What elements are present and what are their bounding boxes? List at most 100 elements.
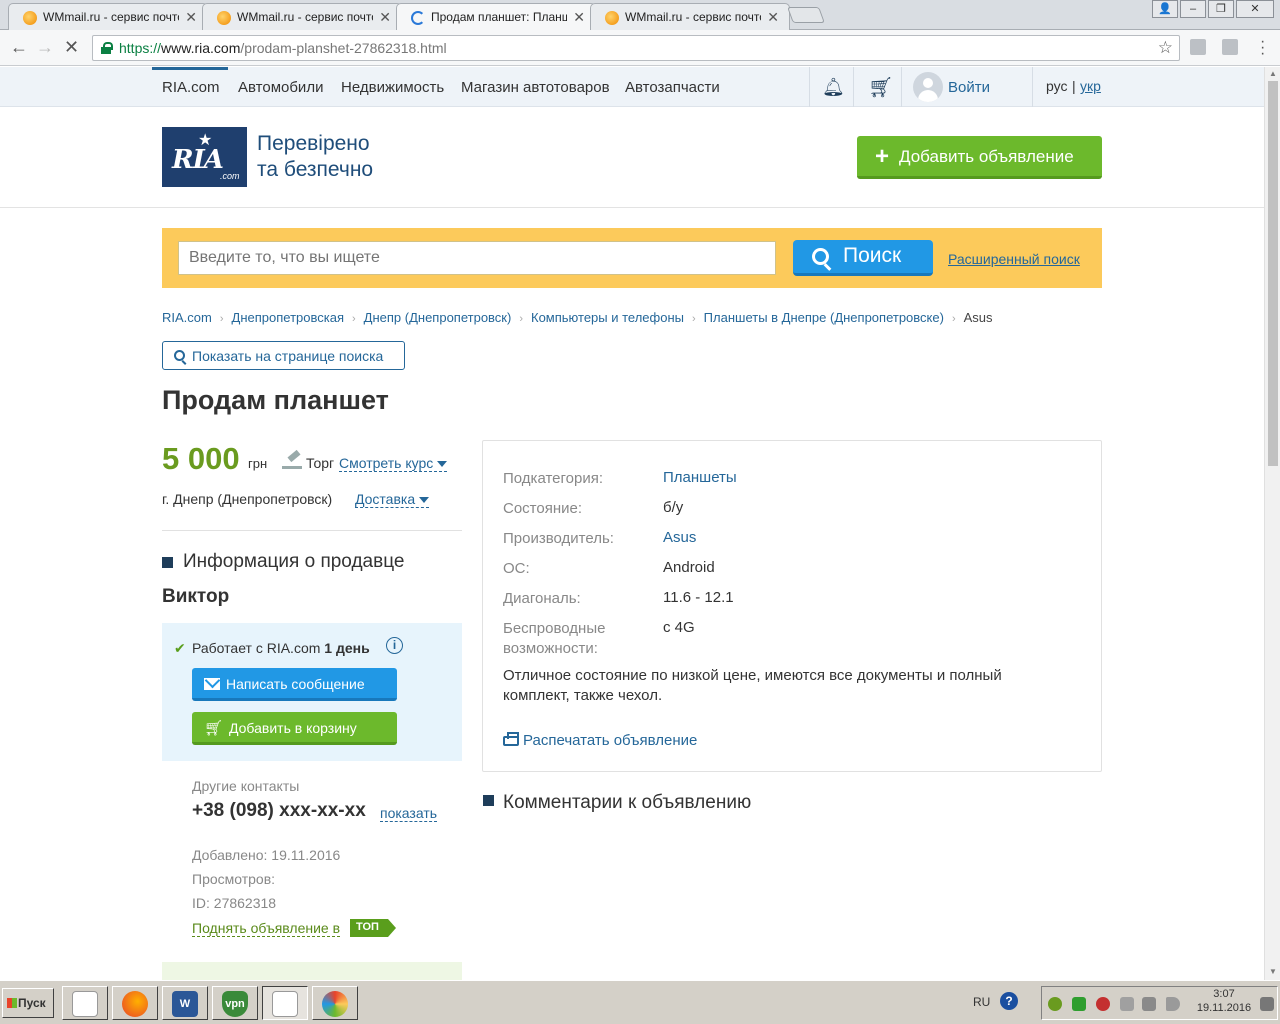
scrollbar-thumb[interactable] <box>1268 81 1278 466</box>
ria-logo[interactable]: ★ RIA .com <box>162 127 247 187</box>
login-link[interactable]: Войти <box>948 79 990 96</box>
browser-tab[interactable]: WMmail.ru - сервис почтов ✕ <box>8 3 208 30</box>
seller-phone: +38 (098) xxx-xx-xx <box>192 800 366 821</box>
tray-device-icon[interactable] <box>1142 997 1156 1011</box>
tab-close-icon[interactable]: ✕ <box>573 9 585 26</box>
print-ad-label: Распечатать объявление <box>523 732 698 749</box>
print-ad-link[interactable]: Распечатать объявление <box>503 732 697 749</box>
blank-document-icon <box>72 991 98 1017</box>
browser-tab-active[interactable]: Продам планшет: Планше ✕ <box>396 3 596 31</box>
extension-icon[interactable] <box>1222 39 1238 55</box>
extension-icon[interactable] <box>1190 39 1206 55</box>
add-to-cart-button[interactable]: 🛒︎ Добавить в корзину <box>192 712 397 745</box>
tray-disconnected-icon[interactable] <box>1120 997 1134 1011</box>
start-button[interactable]: Пуск <box>2 988 54 1018</box>
minimize-icon[interactable]: – <box>1180 0 1206 18</box>
address-bar[interactable]: https://www.ria.com/prodam-planshet-2786… <box>92 35 1180 61</box>
show-phone-link[interactable]: показать <box>380 805 438 822</box>
taskbar-active-document-button[interactable] <box>262 986 308 1020</box>
show-on-search-button[interactable]: Показать на странице поиска <box>162 341 405 370</box>
gavel-icon <box>282 452 302 470</box>
browser-tab[interactable]: WMmail.ru - сервис почтов ✕ <box>590 3 790 30</box>
user-avatar-icon[interactable] <box>913 72 943 102</box>
delivery-dropdown[interactable]: Доставка <box>355 491 430 508</box>
other-contacts-label: Другие контакты <box>192 778 300 794</box>
search-button[interactable]: Поиск <box>793 240 933 276</box>
help-icon[interactable]: ? <box>1000 992 1018 1010</box>
forward-arrow-icon[interactable]: → <box>36 37 54 58</box>
nav-ria-com[interactable]: RIA.com <box>162 79 220 96</box>
scroll-down-icon[interactable]: ▼ <box>1269 967 1277 976</box>
exchange-rate-dropdown[interactable]: Смотреть курс <box>339 455 448 472</box>
breadcrumb-item[interactable]: RIA.com <box>162 310 212 325</box>
cart-icon[interactable]: 🛒︎ <box>868 75 893 100</box>
nav-auto-parts[interactable]: Автозапчасти <box>625 79 720 96</box>
tab-close-icon[interactable]: ✕ <box>185 9 197 26</box>
tab-close-icon[interactable]: ✕ <box>379 9 391 26</box>
top-badge[interactable]: ТОП <box>350 919 396 937</box>
back-arrow-icon[interactable]: ← <box>10 37 28 58</box>
taskbar-document-button[interactable] <box>62 986 108 1020</box>
add-listing-button[interactable]: + Добавить объявление <box>857 136 1102 179</box>
taskbar-firefox-button[interactable] <box>112 986 158 1020</box>
tab-close-icon[interactable]: ✕ <box>767 9 779 26</box>
tray-network-icon[interactable] <box>1048 997 1062 1011</box>
bell-icon[interactable]: 🔔︎ <box>822 77 845 98</box>
breadcrumb-separator-icon: › <box>951 313 956 325</box>
write-message-label: Написать сообщение <box>226 676 365 692</box>
browser-menu-icon[interactable]: · · · <box>1260 34 1265 62</box>
comments-heading: Комментарии к объявлению <box>503 792 752 813</box>
breadcrumb-separator-icon: › <box>692 313 696 325</box>
taskbar-vpn-button[interactable]: vpn <box>212 986 258 1020</box>
tray-show-desktop-icon[interactable] <box>1260 997 1274 1011</box>
restore-icon[interactable]: ❐ <box>1208 0 1234 18</box>
input-language[interactable]: RU <box>973 995 990 1009</box>
breadcrumb-item[interactable]: Планшеты в Днепре (Днепропетровске) <box>704 310 944 325</box>
search-input[interactable] <box>178 241 776 275</box>
detail-value: Android <box>663 559 715 576</box>
url-host: www.ria.com <box>161 40 241 56</box>
write-message-button[interactable]: Написать сообщение <box>192 668 397 701</box>
url-path: /prodam-planshet-27862318.html <box>240 40 447 56</box>
nav-cars[interactable]: Автомобили <box>238 79 323 96</box>
profile-icon[interactable]: 👤 <box>1152 0 1178 18</box>
browser-tab[interactable]: WMmail.ru - сервис почтов ✕ <box>202 3 402 30</box>
firefox-icon <box>122 991 148 1017</box>
search-bar: Поиск Расширенный поиск <box>162 228 1102 288</box>
close-window-icon[interactable]: ✕ <box>1236 0 1274 18</box>
scroll-up-icon[interactable]: ▲ <box>1269 69 1277 78</box>
ad-details-panel: Подкатегория: Планшеты Состояние: б/у Пр… <box>482 440 1102 772</box>
advanced-search-link[interactable]: Расширенный поиск <box>948 251 1080 267</box>
new-tab-button[interactable] <box>787 7 825 23</box>
taskbar-clock[interactable]: 3:07 19.11.2016 <box>1194 987 1254 1015</box>
detail-value-link[interactable]: Планшеты <box>663 469 963 486</box>
nav-divider <box>853 67 854 107</box>
slogan-line-1: Перевірено <box>257 132 370 155</box>
lang-ru[interactable]: рус <box>1046 78 1067 94</box>
tray-antivirus-icon[interactable] <box>1096 997 1110 1011</box>
show-on-search-label: Показать на странице поиска <box>192 348 384 364</box>
divider <box>162 530 462 531</box>
taskbar-paint-button[interactable] <box>312 986 358 1020</box>
tray-volume-icon[interactable] <box>1166 997 1180 1011</box>
stop-loading-icon[interactable]: ✕ <box>64 37 79 58</box>
slogan-line-2: та безпечно <box>257 158 374 181</box>
breadcrumb-item[interactable]: Компьютеры и телефоны <box>531 310 684 325</box>
search-icon <box>812 248 829 265</box>
breadcrumb-item[interactable]: Днепропетровская <box>232 310 344 325</box>
breadcrumb-item[interactable]: Днепр (Днепропетровск) <box>364 310 512 325</box>
raise-to-top-link[interactable]: Поднять объявление в <box>192 920 341 937</box>
word-icon: W <box>172 991 198 1017</box>
nav-auto-shop[interactable]: Магазин автотоваров <box>461 79 610 96</box>
page-scrollbar[interactable]: ▲ ▼ <box>1264 67 1280 980</box>
info-icon[interactable]: i <box>386 637 403 654</box>
detail-value: б/у <box>663 499 684 516</box>
nav-real-estate[interactable]: Недвижимость <box>341 79 444 96</box>
wmmail-favicon-icon <box>23 11 37 25</box>
bookmark-star-icon[interactable]: ☆ <box>1158 38 1173 58</box>
tray-shield-icon[interactable] <box>1072 997 1086 1011</box>
printer-icon <box>503 732 519 746</box>
taskbar-word-button[interactable]: W <box>162 986 208 1020</box>
lang-uk-link[interactable]: укр <box>1080 78 1101 94</box>
detail-value-link[interactable]: Asus <box>663 529 963 546</box>
